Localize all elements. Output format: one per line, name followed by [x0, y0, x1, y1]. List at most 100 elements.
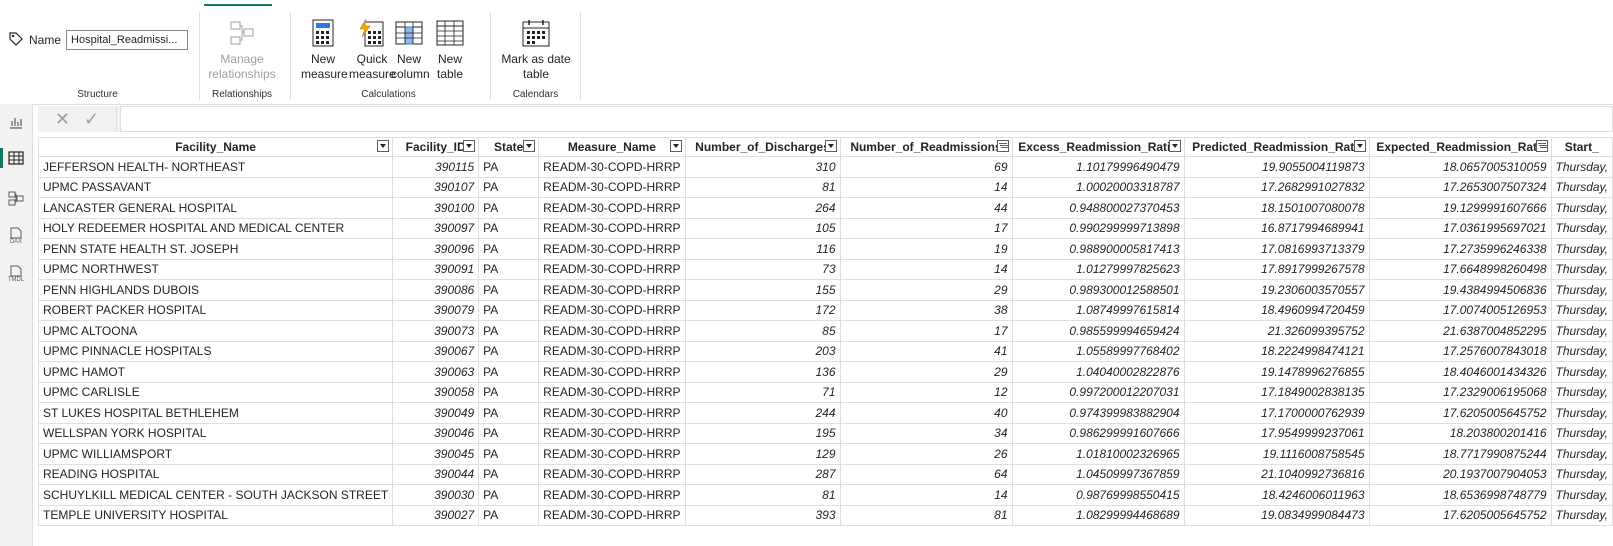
table-cell[interactable]: 390045: [392, 443, 480, 465]
table-cell[interactable]: 14: [839, 484, 1013, 506]
dax-query-view-icon[interactable]: DAX: [6, 226, 26, 246]
table-cell[interactable]: 19.1299991607666: [1368, 197, 1552, 219]
manage-relationships-button[interactable]: Manage relationships: [206, 18, 278, 82]
column-filter-dropdown-icon[interactable]: [1353, 140, 1366, 152]
table-cell[interactable]: 0.997200012207031: [1011, 381, 1185, 403]
table-cell[interactable]: 390100: [392, 197, 480, 219]
column-filter-dropdown-icon[interactable]: [996, 140, 1009, 152]
table-cell[interactable]: 17.2682991027832: [1183, 176, 1370, 198]
table-cell[interactable]: READM-30-COPD-HRRP: [538, 299, 686, 321]
table-cell[interactable]: Thursday,: [1550, 443, 1613, 465]
table-cell[interactable]: Thursday,: [1550, 217, 1613, 239]
table-cell[interactable]: 38: [839, 299, 1013, 321]
quick-measure-button[interactable]: Quick measure: [349, 18, 396, 82]
table-cell[interactable]: 17.0074005126953: [1368, 299, 1552, 321]
report-view-icon[interactable]: [6, 112, 26, 132]
table-cell[interactable]: READM-30-COPD-HRRP: [538, 176, 686, 198]
column-header[interactable]: Measure_Name: [538, 137, 686, 157]
table-cell[interactable]: 0.986299991607666: [1011, 422, 1185, 444]
table-cell[interactable]: 0.948800027370453: [1011, 197, 1185, 219]
table-cell[interactable]: 21.326099395752: [1183, 320, 1370, 342]
table-cell[interactable]: 19.9055004119873: [1183, 156, 1370, 178]
cancel-icon[interactable]: ✕: [55, 109, 70, 130]
table-cell[interactable]: PA: [478, 279, 540, 301]
column-filter-dropdown-icon[interactable]: [523, 140, 536, 152]
table-cell[interactable]: 18.7717990875244: [1368, 443, 1552, 465]
table-cell[interactable]: 390046: [392, 422, 480, 444]
table-cell[interactable]: PA: [478, 340, 540, 362]
table-cell[interactable]: READM-30-COPD-HRRP: [538, 402, 686, 424]
table-cell[interactable]: Thursday,: [1550, 279, 1613, 301]
new-column-button[interactable]: New column: [391, 18, 430, 82]
table-cell[interactable]: Thursday,: [1550, 504, 1613, 526]
table-cell[interactable]: 172: [684, 299, 841, 321]
table-cell[interactable]: 26: [839, 443, 1013, 465]
table-cell[interactable]: 18.6536998748779: [1368, 484, 1552, 506]
commit-icon[interactable]: ✓: [84, 109, 99, 130]
table-cell[interactable]: PA: [478, 504, 540, 526]
table-cell[interactable]: 18.4046001434326: [1368, 361, 1552, 383]
table-cell[interactable]: Thursday,: [1550, 197, 1613, 219]
table-cell[interactable]: 390079: [392, 299, 480, 321]
column-header[interactable]: State: [478, 137, 540, 157]
table-cell[interactable]: Thursday,: [1550, 463, 1613, 485]
column-header[interactable]: Start_: [1550, 137, 1613, 157]
table-cell[interactable]: 1.08299994468689: [1011, 504, 1185, 526]
table-cell[interactable]: 116: [684, 238, 841, 260]
table-cell[interactable]: 0.98769998550415: [1011, 484, 1185, 506]
table-cell[interactable]: 17.9549999237061: [1183, 422, 1370, 444]
table-cell[interactable]: PA: [478, 381, 540, 403]
table-cell[interactable]: 17.8917999267578: [1183, 258, 1370, 280]
table-cell[interactable]: 17: [839, 320, 1013, 342]
table-cell[interactable]: 41: [839, 340, 1013, 362]
table-cell[interactable]: 19: [839, 238, 1013, 260]
mark-as-date-table-button[interactable]: Mark as date table: [497, 18, 575, 82]
table-cell[interactable]: Thursday,: [1550, 422, 1613, 444]
table-cell[interactable]: PA: [478, 299, 540, 321]
table-cell[interactable]: 129: [684, 443, 841, 465]
table-cell[interactable]: 81: [839, 504, 1013, 526]
table-cell[interactable]: PENN HIGHLANDS DUBOIS: [37, 279, 394, 301]
column-filter-dropdown-icon[interactable]: [463, 140, 476, 152]
table-cell[interactable]: 1.01279997825623: [1011, 258, 1185, 280]
table-cell[interactable]: UPMC PASSAVANT: [37, 176, 394, 198]
table-cell[interactable]: 244: [684, 402, 841, 424]
table-cell[interactable]: READM-30-COPD-HRRP: [538, 381, 686, 403]
table-cell[interactable]: 0.985599994659424: [1011, 320, 1185, 342]
table-cell[interactable]: 19.0834999084473: [1183, 504, 1370, 526]
table-cell[interactable]: 1.08749997615814: [1011, 299, 1185, 321]
table-cell[interactable]: READM-30-COPD-HRRP: [538, 463, 686, 485]
table-cell[interactable]: 17.2329006195068: [1368, 381, 1552, 403]
table-cell[interactable]: 393: [684, 504, 841, 526]
table-cell[interactable]: READM-30-COPD-HRRP: [538, 484, 686, 506]
column-header[interactable]: Number_of_Discharges: [684, 137, 841, 157]
table-cell[interactable]: PA: [478, 443, 540, 465]
table-cell[interactable]: 1.10179996490479: [1011, 156, 1185, 178]
table-cell[interactable]: 18.203800201416: [1368, 422, 1552, 444]
table-cell[interactable]: 287: [684, 463, 841, 485]
formula-input[interactable]: [120, 106, 1613, 132]
table-cell[interactable]: Thursday,: [1550, 320, 1613, 342]
table-cell[interactable]: PA: [478, 361, 540, 383]
table-cell[interactable]: PA: [478, 238, 540, 260]
column-filter-dropdown-icon[interactable]: [669, 140, 682, 152]
table-cell[interactable]: 136: [684, 361, 841, 383]
table-cell[interactable]: PA: [478, 484, 540, 506]
table-cell[interactable]: 390115: [392, 156, 480, 178]
table-cell[interactable]: LANCASTER GENERAL HOSPITAL: [37, 197, 394, 219]
table-cell[interactable]: JEFFERSON HEALTH- NORTHEAST: [37, 156, 394, 178]
table-cell[interactable]: 17.1700000762939: [1183, 402, 1370, 424]
table-cell[interactable]: Thursday,: [1550, 381, 1613, 403]
name-field[interactable]: [66, 30, 189, 50]
table-cell[interactable]: 0.988900005817413: [1011, 238, 1185, 260]
table-cell[interactable]: 17.2576007843018: [1368, 340, 1552, 362]
column-filter-dropdown-icon[interactable]: [377, 140, 390, 152]
table-cell[interactable]: PA: [478, 197, 540, 219]
table-cell[interactable]: Thursday,: [1550, 340, 1613, 362]
table-cell[interactable]: UPMC HAMOT: [37, 361, 394, 383]
table-cell[interactable]: UPMC PINNACLE HOSPITALS: [37, 340, 394, 362]
table-cell[interactable]: 1.05589997768402: [1011, 340, 1185, 362]
table-cell[interactable]: 105: [684, 217, 841, 239]
table-cell[interactable]: READM-30-COPD-HRRP: [538, 238, 686, 260]
new-table-button[interactable]: New table: [431, 18, 469, 82]
